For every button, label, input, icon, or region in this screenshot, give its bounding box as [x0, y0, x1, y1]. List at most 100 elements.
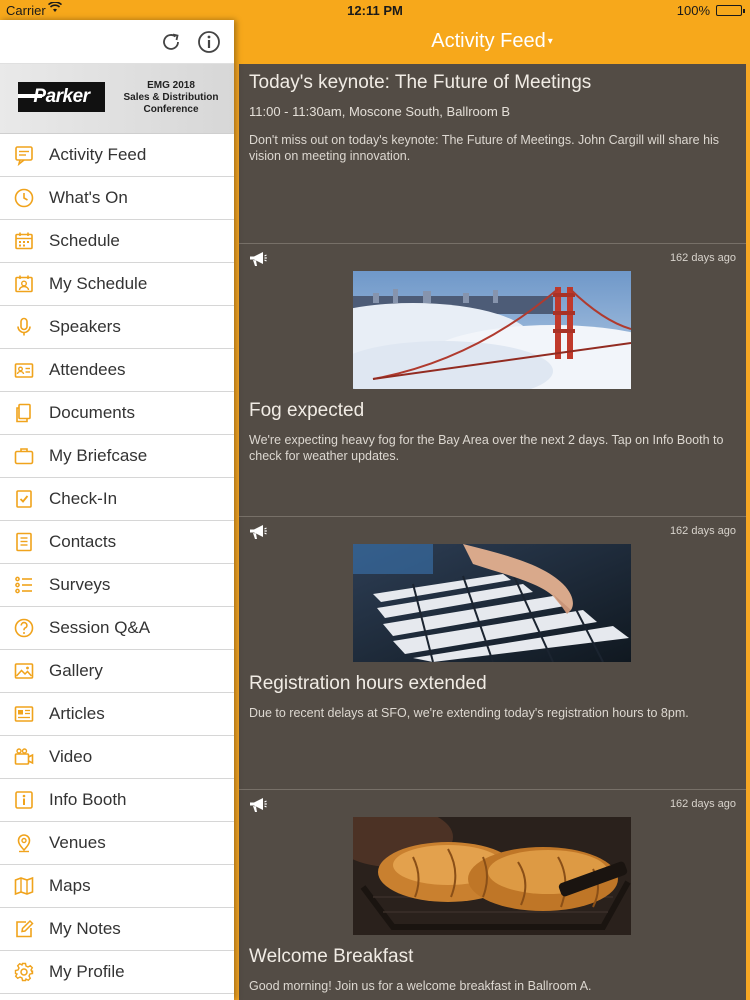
sidebar-item-contacts[interactable]: Contacts: [0, 521, 234, 564]
sidebar-item-label: Documents: [49, 403, 135, 422]
conference-banner: Parker EMG 2018 Sales & Distribution Con…: [0, 64, 234, 134]
time-ago: 162 days ago: [669, 798, 736, 810]
card-title: Today's keynote: The Future of Meetings: [249, 72, 592, 93]
sidebar-item-label: What's On: [49, 188, 128, 207]
clock-time: 12:11 PM: [347, 3, 403, 18]
golden-gate-bridge-fog-photo[interactable]: [293, 271, 683, 401]
sidebar-item-label: Activity Feed: [49, 145, 147, 164]
sidebar-item-label: Attendees: [49, 360, 126, 379]
info-icon[interactable]: [196, 29, 222, 55]
megaphone-icon: [249, 797, 267, 818]
sidebar-item-check-in[interactable]: Check-In: [0, 478, 234, 521]
documents-icon: [12, 401, 36, 425]
croissants-basket-photo[interactable]: [333, 807, 631, 935]
sidebar-item-session-qa[interactable]: Session Q&A: [0, 607, 234, 650]
sidebar-item-label: Venues: [49, 833, 106, 852]
card-title: Fog expected: [249, 400, 365, 421]
card-title: Welcome Breakfast: [249, 946, 414, 967]
sidebar-item-label: Gallery: [49, 661, 103, 680]
sidebar-item-venues[interactable]: Venues: [0, 822, 234, 865]
sidebar-item-gallery[interactable]: Gallery: [0, 650, 234, 693]
feed-card[interactable]: Today's keynote: The Future of Meetings …: [239, 64, 746, 244]
id-card-icon: [12, 358, 36, 382]
sidebar: Parker EMG 2018 Sales & Distribution Con…: [0, 20, 234, 1000]
sidebar-item-label: Maps: [49, 876, 91, 895]
conference-line-1: EMG 2018: [147, 80, 195, 91]
time-ago: 162 days ago: [669, 252, 736, 264]
map-icon: [12, 874, 36, 898]
sidebar-item-label: My Notes: [49, 919, 121, 938]
feed-card[interactable]: 162 days ago Registration hours extended…: [239, 517, 746, 790]
sidebar-item-documents[interactable]: Documents: [0, 392, 234, 435]
sidebar-item-label: Schedule: [49, 231, 120, 250]
sidebar-item-my-profile[interactable]: My Profile: [0, 951, 234, 994]
battery-percent: 100%: [676, 3, 710, 18]
location-pin-icon: [12, 831, 36, 855]
clock-icon: [12, 186, 36, 210]
conference-line-2: Sales & Distribution: [123, 92, 219, 103]
caret-down-icon: ▾: [547, 36, 553, 48]
megaphone-icon: [249, 524, 267, 545]
info-box-icon: [12, 788, 36, 812]
refresh-icon[interactable]: [158, 29, 184, 55]
feed-card[interactable]: 162 days ago Welcome Breakfast Good morn…: [239, 790, 746, 1000]
sidebar-item-label: Info Booth: [49, 790, 127, 809]
sidebar-item-maps[interactable]: Maps: [0, 865, 234, 908]
sidebar-item-my-notes[interactable]: My Notes: [0, 908, 234, 951]
sidebar-item-my-briefcase[interactable]: My Briefcase: [0, 435, 234, 478]
sidebar-item-schedule[interactable]: Schedule: [0, 220, 234, 263]
sidebar-item-info-booth[interactable]: Info Booth: [0, 779, 234, 822]
sidebar-item-articles[interactable]: Articles: [0, 693, 234, 736]
newspaper-icon: [12, 702, 36, 726]
sidebar-menu: Activity Feed What's On Schedule My Sche…: [0, 134, 234, 994]
image-icon: [12, 659, 36, 683]
sidebar-item-speakers[interactable]: Speakers: [0, 306, 234, 349]
sidebar-toolbar: [0, 20, 234, 64]
checkbox-icon: [12, 487, 36, 511]
conference-line-3: Conference: [143, 104, 199, 115]
sidebar-item-label: My Schedule: [49, 274, 148, 293]
card-subtitle: 11:00 - 11:30am, Moscone South, Ballroom…: [249, 104, 511, 119]
activity-feed: Today's keynote: The Future of Meetings …: [239, 64, 746, 1000]
card-body: We're expecting heavy fog for the Bay Ar…: [249, 433, 724, 463]
briefcase-icon: [12, 444, 36, 468]
feed-icon: [12, 143, 36, 167]
sidebar-item-my-schedule[interactable]: My Schedule: [0, 263, 234, 306]
keyboard-typing-photo[interactable]: [353, 544, 631, 663]
sidebar-item-label: Video: [49, 747, 93, 766]
sidebar-item-label: Articles: [49, 704, 105, 723]
sidebar-item-activity-feed[interactable]: Activity Feed: [0, 134, 234, 177]
sidebar-item-label: Speakers: [49, 317, 121, 336]
status-bar: Carrier 12:11 PM 100%: [0, 0, 750, 20]
card-title: Registration hours extended: [249, 673, 487, 694]
card-body: Don't miss out on today's keynote: The F…: [249, 133, 720, 163]
calendar-icon: [12, 229, 36, 253]
nav-header: Activity Feed ▾: [234, 20, 750, 64]
header-title: Activity Feed: [431, 30, 546, 52]
card-body: Due to recent delays at SFO, we're exten…: [249, 706, 689, 720]
sidebar-item-label: Surveys: [49, 575, 111, 594]
pencil-icon: [12, 917, 36, 941]
sidebar-item-surveys[interactable]: Surveys: [0, 564, 234, 607]
user-calendar-icon: [12, 272, 36, 296]
sidebar-item-whats-on[interactable]: What's On: [0, 177, 234, 220]
feed-card[interactable]: 162 days ago Fog expected We're expectin…: [239, 244, 746, 517]
parker-logo: Parker: [18, 82, 105, 112]
sidebar-item-label: My Briefcase: [49, 446, 148, 465]
microphone-icon: [12, 315, 36, 339]
video-icon: [12, 745, 36, 769]
conference-title: EMG 2018 Sales & Distribution Conference: [112, 80, 230, 116]
sidebar-item-label: Session Q&A: [49, 618, 151, 637]
sidebar-item-label: Contacts: [49, 532, 117, 551]
megaphone-icon: [249, 251, 267, 272]
question-icon: [12, 616, 36, 640]
card-body: Good morning! Join us for a welcome brea…: [249, 979, 592, 993]
sidebar-item-attendees[interactable]: Attendees: [0, 349, 234, 392]
gear-icon: [12, 960, 36, 984]
time-ago: 162 days ago: [669, 525, 736, 537]
header-title-dropdown[interactable]: Activity Feed ▾: [234, 30, 750, 53]
battery-icon: [716, 5, 745, 16]
sidebar-item-video[interactable]: Video: [0, 736, 234, 779]
sidebar-item-label: My Profile: [49, 962, 125, 981]
list-icon: [12, 573, 36, 597]
